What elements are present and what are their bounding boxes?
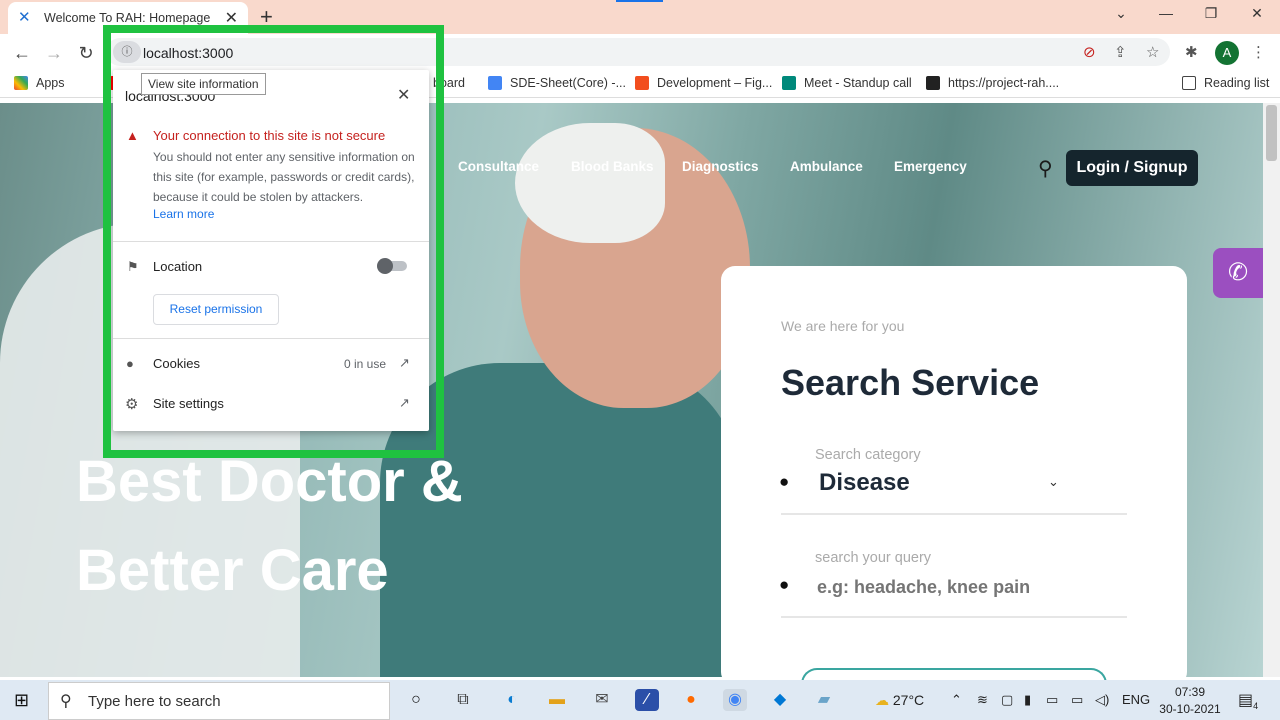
- microphone-icon[interactable]: ▮: [1024, 692, 1031, 708]
- back-icon[interactable]: ←: [10, 41, 34, 65]
- minimize-icon[interactable]: —: [1151, 5, 1181, 21]
- query-label: search your query: [815, 550, 932, 566]
- category-label: Search category: [815, 447, 921, 463]
- bookmark-project-rah[interactable]: https://project-rah....: [926, 76, 1059, 90]
- temperature: 27°C: [892, 692, 925, 708]
- weather-widget[interactable]: ☁ 27°C: [875, 692, 924, 709]
- file-explorer-icon[interactable]: ▬: [545, 689, 569, 711]
- docs-icon: [488, 76, 502, 90]
- query-underline: [781, 616, 1127, 618]
- cortana-icon[interactable]: ○: [404, 689, 428, 711]
- tab-title: Welcome To RAH: Homepage: [44, 11, 211, 25]
- mail-icon[interactable]: ✉: [590, 689, 614, 711]
- page-scrollbar[interactable]: [1263, 103, 1280, 677]
- search-icon: ⚲: [60, 693, 72, 710]
- site-favicon-icon: ✕: [18, 9, 31, 26]
- device-icon[interactable]: ▢: [1001, 692, 1013, 708]
- bookmark-apps[interactable]: Apps: [14, 76, 65, 90]
- chevron-down-icon[interactable]: ⌄: [1048, 474, 1059, 490]
- meet-icon: [782, 76, 796, 90]
- extensions-icon[interactable]: ✱: [1185, 43, 1198, 61]
- chrome-icon[interactable]: ◉: [723, 689, 747, 711]
- firefox-icon[interactable]: ●: [679, 689, 703, 711]
- card-subtitle: We are here for you: [781, 318, 905, 334]
- nav-blood-banks[interactable]: Blood Banks: [571, 159, 654, 174]
- menu-icon[interactable]: ⋮: [1251, 43, 1266, 61]
- bookmark-star-icon[interactable]: ☆: [1146, 43, 1159, 61]
- wifi-icon[interactable]: ≋: [977, 692, 988, 708]
- hero-heading-line1: Best Doctor &: [76, 449, 463, 514]
- phone-call-icon[interactable]: ✆: [1213, 248, 1263, 298]
- forward-icon[interactable]: →: [42, 41, 66, 65]
- app-icon[interactable]: ▰: [812, 689, 836, 711]
- location-blocked-icon[interactable]: ⊘: [1083, 43, 1096, 61]
- notification-icon[interactable]: ▤4: [1238, 690, 1258, 711]
- category-underline: [781, 513, 1127, 515]
- category-select[interactable]: Disease: [819, 469, 910, 497]
- display-icon[interactable]: ▭: [1046, 692, 1058, 708]
- vscode-icon[interactable]: ◆: [768, 689, 792, 711]
- tab-strip-indicator: [616, 0, 663, 2]
- close-window-icon[interactable]: ✕: [1242, 5, 1272, 22]
- volume-icon[interactable]: ◁): [1095, 692, 1109, 708]
- clock[interactable]: 07:39 30-10-2021: [1155, 684, 1225, 718]
- react-icon: [926, 76, 940, 90]
- clock-time: 07:39: [1174, 685, 1206, 699]
- taskbar-search-placeholder[interactable]: Type here to search: [88, 693, 221, 710]
- task-view-icon[interactable]: ⧉: [451, 689, 475, 711]
- nav-consultance[interactable]: Consultance: [458, 159, 539, 174]
- reload-icon[interactable]: ↻: [74, 41, 98, 65]
- share-icon[interactable]: ⇪: [1114, 43, 1127, 61]
- reading-list[interactable]: Reading list: [1182, 76, 1269, 90]
- clock-date: 30-10-2021: [1159, 702, 1221, 716]
- nav-diagnostics[interactable]: Diagnostics: [682, 159, 759, 174]
- query-input[interactable]: [817, 577, 1117, 598]
- bookmark-meet[interactable]: Meet - Standup call: [782, 76, 912, 90]
- battery-icon[interactable]: ▭: [1071, 692, 1083, 708]
- bookmark-figma[interactable]: Development – Fig...: [635, 76, 772, 90]
- windows-start-icon[interactable]: ⊞: [14, 690, 29, 711]
- location-pin-icon: ●: [779, 472, 790, 491]
- app-icon[interactable]: ⁄: [635, 689, 659, 711]
- reading-list-icon: [1182, 76, 1196, 90]
- edge-icon[interactable]: ◐: [500, 689, 524, 711]
- nav-emergency[interactable]: Emergency: [894, 159, 967, 174]
- highlight-frame: [103, 25, 444, 458]
- tab-search-icon[interactable]: ⌄: [1106, 5, 1136, 22]
- notification-count: 4: [1253, 701, 1259, 712]
- page-scrollbar-thumb[interactable]: [1266, 105, 1277, 161]
- patient-figure-hair: [515, 123, 665, 243]
- nav-ambulance[interactable]: Ambulance: [790, 159, 863, 174]
- bookmark-sde-sheet[interactable]: SDE-Sheet(Core) -...: [488, 76, 626, 90]
- language-indicator[interactable]: ENG: [1122, 692, 1150, 707]
- apps-grid-icon: [14, 76, 28, 90]
- sun-cloud-icon: ☁: [875, 692, 893, 708]
- site-search-icon[interactable]: ⚲: [1038, 156, 1053, 181]
- login-signup-button[interactable]: Login / Signup: [1066, 150, 1198, 186]
- restore-icon[interactable]: ❐: [1196, 5, 1226, 22]
- location-pin-icon: ●: [779, 575, 790, 594]
- hero-heading-line2: Better Care: [76, 538, 389, 603]
- card-title: Search Service: [781, 362, 1040, 403]
- figma-icon: [635, 76, 649, 90]
- tray-chevron-icon[interactable]: ⌃: [951, 692, 962, 708]
- profile-avatar[interactable]: A: [1215, 41, 1239, 65]
